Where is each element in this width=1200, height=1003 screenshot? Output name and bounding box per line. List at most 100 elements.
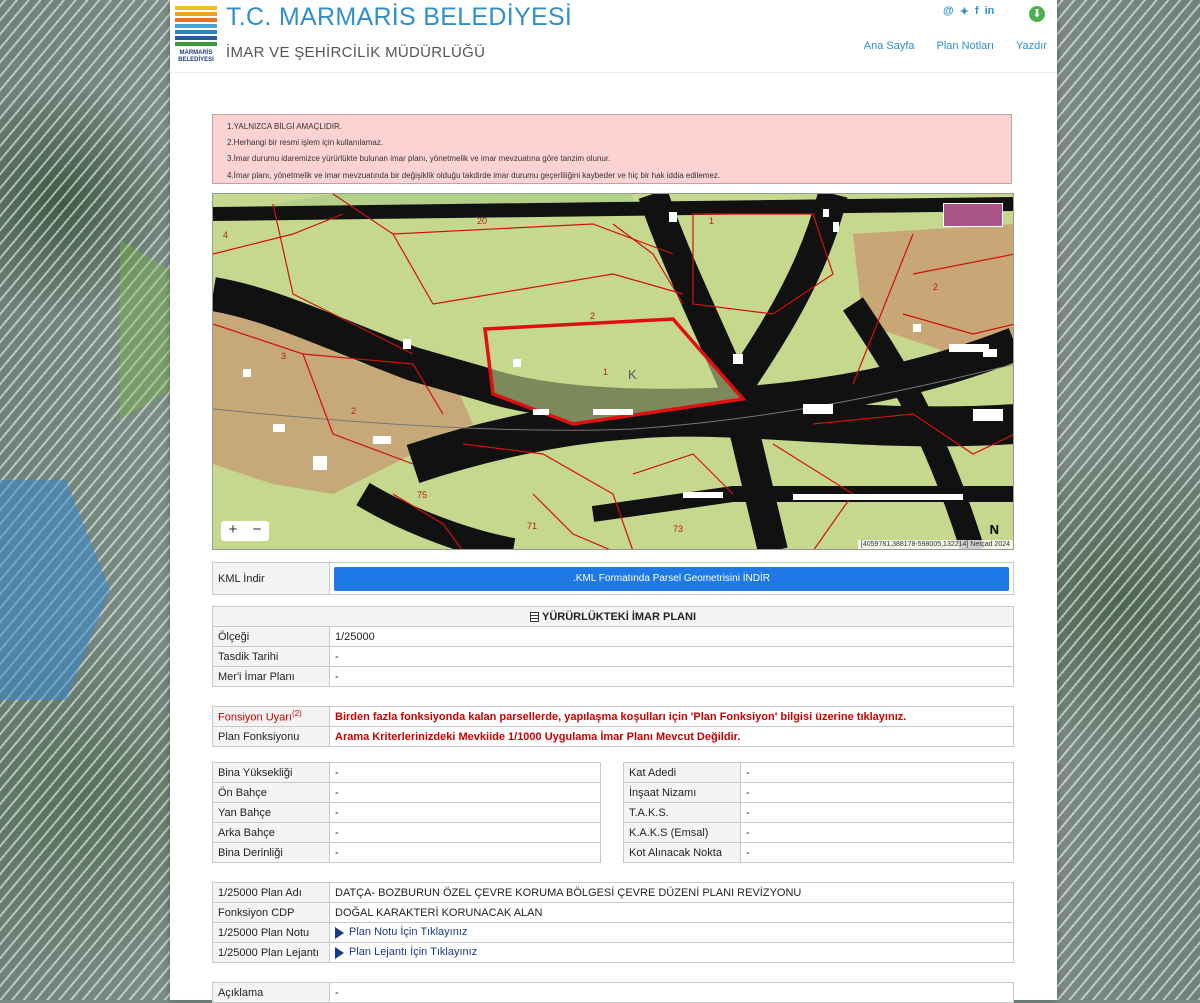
row-label: Kat Adedi <box>623 762 741 783</box>
social-links: @ ✦ f in <box>943 4 994 18</box>
row-label: 1/25000 Plan Notu <box>212 922 330 943</box>
nav-home[interactable]: Ana Sayfa <box>864 40 915 52</box>
parcel-label: 1 <box>709 216 714 226</box>
org-title: T.C. MARMARİS BELEDİYESİ <box>226 3 573 31</box>
parcel-label: 75 <box>417 490 427 500</box>
parcel-label: 3 <box>281 351 286 361</box>
row-value: DATÇA- BOZBURUN ÖZEL ÇEVRE KORUMA BÖLGES… <box>329 882 1014 903</box>
row-label: Ön Bahçe <box>212 782 330 803</box>
parcel-label: K <box>628 367 637 382</box>
north-arrow-icon: N <box>989 522 999 537</box>
table-row: 1/25000 Plan Adı DATÇA- BOZBURUN ÖZEL ÇEV… <box>212 882 1014 903</box>
plan-note-link[interactable]: Plan Notu İçin Tıklayınız <box>349 926 467 938</box>
table-row: Mer'i İmar Planı - <box>212 666 1014 687</box>
nav-plan-notes[interactable]: Plan Notları <box>937 40 994 52</box>
row-value: - <box>329 782 601 803</box>
download-icon[interactable]: ⬇ <box>1029 6 1045 22</box>
row-label: Mer'i İmar Planı <box>212 666 330 687</box>
map-canvas[interactable]: 20 1 4 2 3 2 1 2 75 71 73 K <box>213 194 1014 550</box>
parcel-label: 71 <box>527 521 537 531</box>
zoom-in-button[interactable]: + <box>221 521 245 541</box>
warning-text[interactable]: Birden fazla fonksiyonda kalan parseller… <box>329 706 1014 727</box>
twitter-icon[interactable]: ✦ <box>960 5 969 18</box>
row-value: - <box>740 822 1014 843</box>
row-value: - <box>740 842 1014 863</box>
warning-sup: (2) <box>291 709 302 719</box>
table-row: Bina Derinliği - <box>212 842 601 863</box>
building-left-table: Bina Yüksekliği - Ön Bahçe - Yan Bahçe - Ar… <box>212 762 601 863</box>
row-label: Ölçeği <box>212 626 330 647</box>
header: MARMARİS BELEDİYESİ T.C. MARMARİS BELEDİ… <box>170 0 1057 73</box>
disclaimer-line: 4.İmar planı, yönetmelik ve imar mevzuat… <box>227 170 721 180</box>
row-value: DOĞAL KARAKTERİ KORUNACAK ALAN <box>329 902 1014 923</box>
table-row: Kot Alınacak Nokta - <box>623 842 1014 863</box>
map-coordinates: [4059781,388178-598005,132214] Netcad 20… <box>857 540 1013 549</box>
parcel-label: 4 <box>223 230 228 240</box>
row-label: Yan Bahçe <box>212 802 330 823</box>
facebook-icon[interactable]: f <box>975 5 979 17</box>
table-row: İnşaat Nizamı - <box>623 782 1014 803</box>
row-label: T.A.K.S. <box>623 802 741 823</box>
zoom-out-button[interactable]: − <box>245 521 269 541</box>
kml-table: KML İndir .KML Formatında Parsel Geometr… <box>212 562 1014 595</box>
row-value: - <box>329 842 601 863</box>
plan-25000-table: 1/25000 Plan Adı DATÇA- BOZBURUN ÖZEL ÇEV… <box>212 882 1014 963</box>
table-row: Yan Bahçe - <box>212 802 601 823</box>
table-row: Arka Bahçe - <box>212 822 601 843</box>
table-row: 1/25000 Plan Lejantı Plan Lejantı İçin Tı… <box>212 942 1014 963</box>
linkedin-icon[interactable]: in <box>985 5 995 17</box>
plan-function-value[interactable]: Arama Kriterlerinizdeki Mevkiide 1/1000 … <box>329 726 1014 747</box>
row-label: Bina Yüksekliği <box>212 762 330 783</box>
table-row: 1/25000 Plan Notu Plan Notu İçin Tıklayın… <box>212 922 1014 943</box>
top-nav: Ana Sayfa Plan Notları Yazdır <box>864 40 1047 52</box>
disclaimer-line: 3.İmar durumu idaremizce yürürlükte bulu… <box>227 154 611 164</box>
row-label: Kot Alınacak Nokta <box>623 842 741 863</box>
kml-download-button[interactable]: .KML Formatında Parsel Geometrisini İNDİ… <box>334 566 1009 591</box>
nav-print[interactable]: Yazdır <box>1016 40 1047 52</box>
row-label: İnşaat Nizamı <box>623 782 741 803</box>
table-row: K.A.K.S (Emsal) - <box>623 822 1014 843</box>
table-row: Ön Bahçe - <box>212 782 601 803</box>
layer-switch-thumbnail[interactable] <box>943 203 1003 227</box>
section-header: YÜRÜRLÜKTEKİ İMAR PLANI <box>212 606 1014 627</box>
table-row: Tasdik Tarihi - <box>212 646 1014 667</box>
table-row: T.A.K.S. - <box>623 802 1014 823</box>
zoom-controls: + − <box>221 521 269 541</box>
fonksiyon-table: Fonsiyon Uyarı(2) Birden fazla fonksiyon… <box>212 706 1014 747</box>
warning-label-text: Fonsiyon Uyarı <box>218 711 292 724</box>
disclaimer-line: 1.YALNIZCA BİLGİ AMAÇLIDIR. <box>227 122 342 131</box>
row-label: Arka Bahçe <box>212 822 330 843</box>
row-label: 1/25000 Plan Lejantı <box>212 942 330 963</box>
row-value: - <box>329 646 1014 667</box>
building-right-table: Kat Adedi - İnşaat Nizamı - T.A.K.S. - K.A.… <box>623 762 1014 863</box>
row-value: - <box>329 762 601 783</box>
table-row: Plan Fonksiyonu Arama Kriterlerinizdeki … <box>212 726 1014 747</box>
table-row: Fonksiyon CDP DOĞAL KARAKTERİ KORUNACAK A… <box>212 902 1014 923</box>
page-container: MARMARİS BELEDİYESİ T.C. MARMARİS BELEDİ… <box>170 0 1057 1003</box>
table-row: Fonsiyon Uyarı(2) Birden fazla fonksiyon… <box>212 706 1014 727</box>
kml-label: KML İndir <box>212 562 330 595</box>
disclaimer-box: 1.YALNIZCA BİLGİ AMAÇLIDIR. 2.Herhangi b… <box>212 114 1012 184</box>
table-row: Kat Adedi - <box>623 762 1014 783</box>
parcel-label: 2 <box>933 282 938 292</box>
row-label: Bina Derinliği <box>212 842 330 863</box>
row-label: K.A.K.S (Emsal) <box>623 822 741 843</box>
play-icon <box>335 926 344 939</box>
logo-text: MARMARİS BELEDİYESİ <box>178 50 214 63</box>
municipality-logo[interactable]: MARMARİS BELEDİYESİ <box>175 6 217 66</box>
document-icon <box>530 611 539 622</box>
row-value: - <box>740 762 1014 783</box>
plan-function-label: Plan Fonksiyonu <box>212 726 330 747</box>
section-title: YÜRÜRLÜKTEKİ İMAR PLANI <box>542 610 696 623</box>
parcel-label: 73 <box>673 524 683 534</box>
row-value: 1/25000 <box>329 626 1014 647</box>
play-icon <box>335 946 344 959</box>
plan-legend-link[interactable]: Plan Lejantı İçin Tıklayınız <box>349 946 477 958</box>
email-icon[interactable]: @ <box>943 5 954 17</box>
parcel-map[interactable]: 20 1 4 2 3 2 1 2 75 71 73 K + − N [40597… <box>212 193 1014 550</box>
row-label: 1/25000 Plan Adı <box>212 882 330 903</box>
parcel-label: 1 <box>603 367 608 377</box>
row-label: Fonksiyon CDP <box>212 902 330 923</box>
row-value: - <box>740 802 1014 823</box>
imar-plan-table: YÜRÜRLÜKTEKİ İMAR PLANI Ölçeği 1/25000 Ta… <box>212 606 1014 687</box>
